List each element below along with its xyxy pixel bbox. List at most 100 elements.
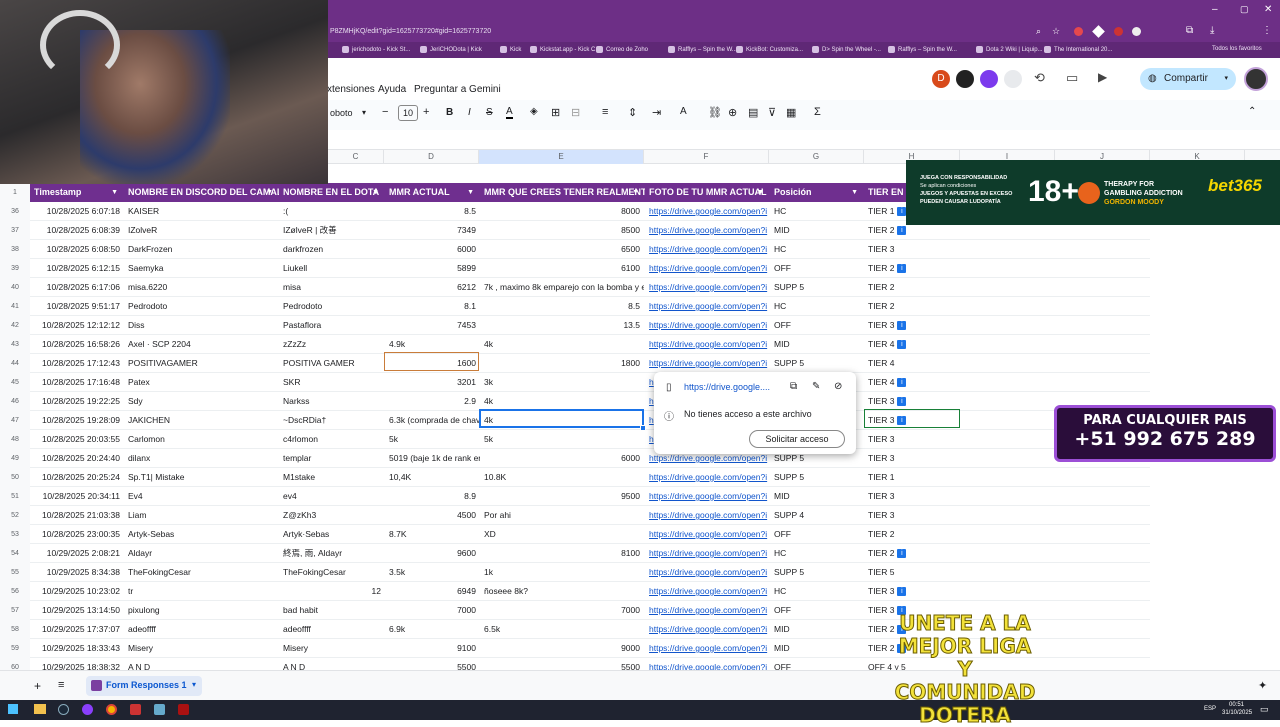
cell-mmr[interactable]: 6212: [385, 278, 480, 297]
menu-gemini[interactable]: Preguntar a Gemini: [414, 84, 501, 95]
cell-mmr-real[interactable]: 7k , maximo 8k emparejo con la bomba y e: [480, 278, 644, 297]
cell-ts[interactable]: 10/28/2025 6:08:39: [30, 221, 124, 240]
cell-discord[interactable]: adeoffff: [124, 620, 279, 639]
cell-mmr[interactable]: 5500: [385, 658, 480, 670]
row-number[interactable]: 55: [0, 563, 30, 582]
cell-mmr-real[interactable]: 10.8K: [480, 468, 644, 487]
cell-discord[interactable]: Misery: [124, 639, 279, 658]
cell-foto[interactable]: https://drive.google.com/open?i: [645, 487, 770, 506]
row-number[interactable]: 43: [0, 335, 30, 354]
link-icon[interactable]: ⛓: [708, 106, 722, 119]
cell-mmr-real[interactable]: 6.5k: [480, 620, 644, 639]
dota-icon[interactable]: [178, 704, 189, 715]
row-number[interactable]: 54: [0, 544, 30, 563]
cell-discord[interactable]: POSITIVAGAMER: [124, 354, 279, 373]
unlink-icon[interactable]: ⊘: [834, 381, 842, 392]
filter-dropdown-icon[interactable]: ▼: [632, 183, 639, 202]
strikethrough-icon[interactable]: S: [486, 107, 493, 118]
cell-mmr[interactable]: 5019 (baje 1k de rank en: [385, 449, 480, 468]
cell-mmr[interactable]: 7349: [385, 221, 480, 240]
cell-ts[interactable]: 10/28/2025 21:03:38: [30, 506, 124, 525]
cell-dota[interactable]: zZzZz: [279, 335, 385, 354]
cell-ts[interactable]: 10/28/2025 17:12:43: [30, 354, 124, 373]
chevron-down-icon[interactable]: ▾: [192, 680, 196, 689]
row-number[interactable]: 45: [0, 373, 30, 392]
cell-pos[interactable]: MID: [770, 639, 864, 658]
cell-pos[interactable]: HC: [770, 544, 864, 563]
cell-pos[interactable]: OFF: [770, 316, 864, 335]
cell-mmr[interactable]: 6.3k (comprada de chav: [385, 411, 480, 430]
filter-icon[interactable]: ⊽: [768, 106, 776, 119]
chrome-icon[interactable]: [106, 704, 117, 715]
bookmark-item[interactable]: jerichodoto - Kick St...: [342, 46, 410, 53]
cell-ts[interactable]: 10/28/2025 16:58:26: [30, 335, 124, 354]
cell-discord[interactable]: Aldayr: [124, 544, 279, 563]
cell-dota[interactable]: darkfrozen: [279, 240, 385, 259]
sheet-tab[interactable]: Form Responses 1 ▾: [86, 676, 202, 696]
filter-views-icon[interactable]: ▦: [786, 106, 796, 119]
cell-foto[interactable]: https://drive.google.com/open?i: [645, 639, 770, 658]
app-icon[interactable]: [82, 704, 93, 715]
cell-mmr-real[interactable]: 8.5: [480, 297, 644, 316]
cell-ts[interactable]: 10/28/2025 12:12:12: [30, 316, 124, 335]
clock-date[interactable]: 31/10/2025: [1222, 710, 1252, 716]
header-cell[interactable]: NOMBRE EN EL DOTA ▼: [279, 183, 385, 202]
avatar[interactable]: [956, 70, 974, 88]
row-number[interactable]: 41: [0, 297, 30, 316]
increase-font-icon[interactable]: +: [423, 106, 429, 118]
all-favorites[interactable]: Todos los favoritos: [1212, 46, 1262, 52]
cell-dota[interactable]: adeoffff: [279, 620, 385, 639]
meet-icon[interactable]: ▶: [1098, 70, 1107, 84]
cell-dota[interactable]: Misery: [279, 639, 385, 658]
cell-foto[interactable]: https://drive.google.com/open?i: [645, 658, 770, 670]
merge-icon[interactable]: ⊟: [571, 106, 580, 119]
row-number[interactable]: 48: [0, 430, 30, 449]
explore-icon[interactable]: ✦: [1258, 679, 1267, 692]
cell-mmr-real[interactable]: 3k: [480, 373, 644, 392]
cell-foto[interactable]: https://drive.google.com/open?i: [645, 506, 770, 525]
cell-discord[interactable]: Saemyka: [124, 259, 279, 278]
cell-ts[interactable]: 10/29/2025 18:38:32: [30, 658, 124, 670]
cell-dota[interactable]: Liukell: [279, 259, 385, 278]
header-cell[interactable]: MMR ACTUAL ▼: [385, 183, 480, 202]
cell-foto[interactable]: https://drive.google.com/open?i: [645, 221, 770, 240]
avatar[interactable]: [980, 70, 998, 88]
chevron-down-icon[interactable]: ▾: [1224, 68, 1228, 90]
minimize-icon[interactable]: –: [1212, 4, 1218, 15]
cell-dota[interactable]: M1stake: [279, 468, 385, 487]
row-number[interactable]: 59: [0, 639, 30, 658]
cell-discord[interactable]: JAKICHEN: [124, 411, 279, 430]
cell-pos[interactable]: OFF: [770, 658, 864, 670]
cell-foto[interactable]: https://drive.google.com/open?i: [645, 582, 770, 601]
bookmark-item[interactable]: D> Spin the Wheel -...: [812, 46, 881, 53]
cell-tier[interactable]: TIER 1: [864, 468, 960, 487]
add-sheet-icon[interactable]: +: [34, 679, 41, 693]
info-icon[interactable]: i: [897, 264, 907, 274]
cell-mmr[interactable]: 5899: [385, 259, 480, 278]
cell-discord[interactable]: Artyk-Sebas: [124, 525, 279, 544]
filter-dropdown-icon[interactable]: ▼: [111, 183, 118, 202]
bookmark-item[interactable]: Kick: [500, 46, 521, 53]
fill-handle[interactable]: [640, 425, 646, 431]
cell-pos[interactable]: MID: [770, 221, 864, 240]
row-number[interactable]: 46: [0, 392, 30, 411]
cell-tier[interactable]: TIER 3: [864, 506, 960, 525]
header-cell[interactable]: FOTO DE TU MMR ACTUAL ▼: [645, 183, 770, 202]
steam-icon[interactable]: [58, 704, 69, 715]
cell-mmr[interactable]: 8.5: [385, 202, 480, 221]
cell-mmr[interactable]: 6.9k: [385, 620, 480, 639]
cell-tier[interactable]: TIER 3i: [864, 316, 960, 335]
row-number[interactable]: 47: [0, 411, 30, 430]
bookmark-item[interactable]: Kickstat.app - Kick C...: [530, 46, 600, 53]
tray-lang[interactable]: ESP: [1204, 706, 1216, 712]
row-number[interactable]: 53: [0, 525, 30, 544]
column-header[interactable]: C: [328, 150, 384, 164]
close-window-icon[interactable]: ✕: [1264, 4, 1272, 15]
cell-mmr[interactable]: 3.5k: [385, 563, 480, 582]
cell-ts[interactable]: 10/28/2025 19:28:09: [30, 411, 124, 430]
cell-foto[interactable]: https://drive.google.com/open?i: [645, 525, 770, 544]
cell-ts[interactable]: 10/28/2025 20:25:24: [30, 468, 124, 487]
cell-pos[interactable]: HC: [770, 240, 864, 259]
cell-mmr-real[interactable]: 6500: [480, 240, 644, 259]
filter-dropdown-icon[interactable]: ▼: [467, 183, 474, 202]
